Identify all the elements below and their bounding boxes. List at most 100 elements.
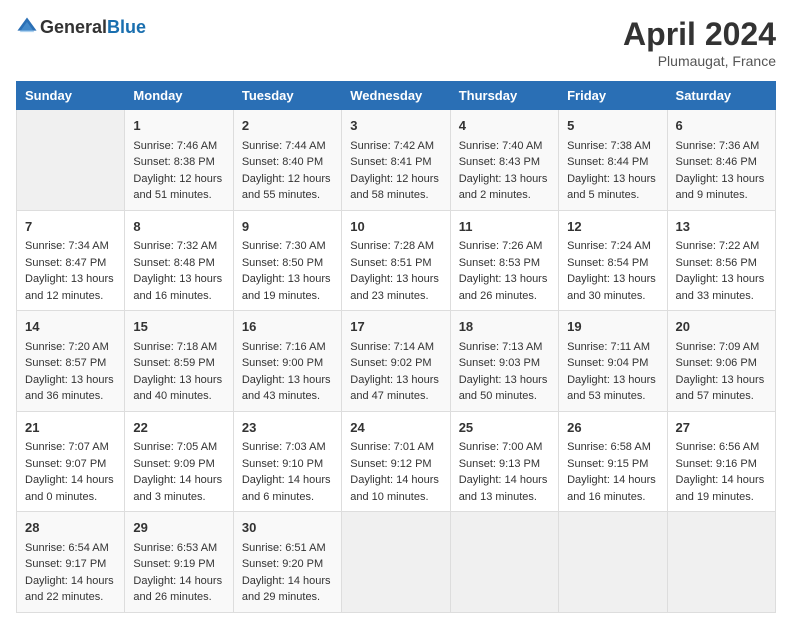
day-number: 6 <box>676 116 767 136</box>
sunrise-text: Sunrise: 7:44 AM <box>242 140 326 152</box>
day-number: 15 <box>133 317 224 337</box>
calendar-cell: 29Sunrise: 6:53 AMSunset: 9:19 PMDayligh… <box>125 512 233 613</box>
day-number: 12 <box>567 217 658 237</box>
day-number: 20 <box>676 317 767 337</box>
logo: GeneralBlue <box>16 16 146 38</box>
sunset-text: Sunset: 8:44 PM <box>567 156 648 168</box>
sunset-text: Sunset: 9:00 PM <box>242 357 323 369</box>
week-row-2: 7 Sunrise: 7:34 AM Sunset: 8:47 PM Daylight… <box>17 210 776 311</box>
calendar-cell: 26Sunrise: 6:58 AMSunset: 9:15 PMDayligh… <box>559 411 667 512</box>
day-number: 11 <box>459 217 550 237</box>
sunset-text: Sunset: 8:57 PM <box>25 357 106 369</box>
calendar-table: SundayMondayTuesdayWednesdayThursdayFrid… <box>16 81 776 613</box>
daylight-text: Daylight: 14 hours and 22 minutes. <box>25 575 114 604</box>
day-number: 13 <box>676 217 767 237</box>
calendar-cell: 21Sunrise: 7:07 AMSunset: 9:07 PMDayligh… <box>17 411 125 512</box>
sunset-text: Sunset: 8:47 PM <box>25 257 106 269</box>
daylight-text: Daylight: 13 hours and 23 minutes. <box>350 273 439 302</box>
sunrise-text: Sunrise: 7:34 AM <box>25 240 109 252</box>
daylight-text: Daylight: 14 hours and 13 minutes. <box>459 474 548 503</box>
daylight-text: Daylight: 13 hours and 26 minutes. <box>459 273 548 302</box>
daylight-text: Daylight: 14 hours and 10 minutes. <box>350 474 439 503</box>
daylight-text: Daylight: 13 hours and 57 minutes. <box>676 374 765 403</box>
day-number: 10 <box>350 217 441 237</box>
sunset-text: Sunset: 9:19 PM <box>133 558 214 570</box>
daylight-text: Daylight: 14 hours and 29 minutes. <box>242 575 331 604</box>
calendar-cell: 12Sunrise: 7:24 AMSunset: 8:54 PMDayligh… <box>559 210 667 311</box>
daylight-text: Daylight: 14 hours and 3 minutes. <box>133 474 222 503</box>
day-number: 2 <box>242 116 333 136</box>
day-number: 5 <box>567 116 658 136</box>
day-number: 27 <box>676 418 767 438</box>
weekday-header-tuesday: Tuesday <box>233 82 341 110</box>
sunset-text: Sunset: 9:13 PM <box>459 458 540 470</box>
weekday-header-sunday: Sunday <box>17 82 125 110</box>
sunrise-text: Sunrise: 7:24 AM <box>567 240 651 252</box>
calendar-cell: 2Sunrise: 7:44 AMSunset: 8:40 PMDaylight… <box>233 110 341 211</box>
title-block: April 2024 Plumaugat, France <box>623 16 776 69</box>
day-number: 14 <box>25 317 116 337</box>
sunset-text: Sunset: 9:02 PM <box>350 357 431 369</box>
main-title: April 2024 <box>623 16 776 53</box>
logo-icon <box>16 16 38 38</box>
sunrise-text: Sunrise: 7:42 AM <box>350 140 434 152</box>
day-number: 25 <box>459 418 550 438</box>
sunset-text: Sunset: 8:40 PM <box>242 156 323 168</box>
sunset-text: Sunset: 9:10 PM <box>242 458 323 470</box>
week-row-1: 1Sunrise: 7:46 AMSunset: 8:38 PMDaylight… <box>17 110 776 211</box>
day-number: 30 <box>242 518 333 538</box>
daylight-text: Daylight: 13 hours and 40 minutes. <box>133 374 222 403</box>
sunrise-text: Sunrise: 7:11 AM <box>567 341 650 353</box>
sunrise-text: Sunrise: 6:54 AM <box>25 542 109 554</box>
day-number: 7 <box>25 217 116 237</box>
weekday-header-monday: Monday <box>125 82 233 110</box>
calendar-cell: 1Sunrise: 7:46 AMSunset: 8:38 PMDaylight… <box>125 110 233 211</box>
sunrise-text: Sunrise: 7:18 AM <box>133 341 217 353</box>
sunset-text: Sunset: 9:17 PM <box>25 558 106 570</box>
daylight-text: Daylight: 13 hours and 36 minutes. <box>25 374 114 403</box>
week-row-4: 21Sunrise: 7:07 AMSunset: 9:07 PMDayligh… <box>17 411 776 512</box>
subtitle: Plumaugat, France <box>623 53 776 69</box>
sunrise-text: Sunrise: 7:40 AM <box>459 140 543 152</box>
day-number: 29 <box>133 518 224 538</box>
sunset-text: Sunset: 9:12 PM <box>350 458 431 470</box>
calendar-cell: 10Sunrise: 7:28 AMSunset: 8:51 PMDayligh… <box>342 210 450 311</box>
calendar-cell <box>17 110 125 211</box>
daylight-text: Daylight: 13 hours and 47 minutes. <box>350 374 439 403</box>
day-number: 23 <box>242 418 333 438</box>
calendar-cell: 20Sunrise: 7:09 AMSunset: 9:06 PMDayligh… <box>667 311 775 412</box>
calendar-cell <box>559 512 667 613</box>
sunrise-text: Sunrise: 7:05 AM <box>133 441 217 453</box>
calendar-cell: 19Sunrise: 7:11 AMSunset: 9:04 PMDayligh… <box>559 311 667 412</box>
calendar-cell: 18Sunrise: 7:13 AMSunset: 9:03 PMDayligh… <box>450 311 558 412</box>
sunrise-text: Sunrise: 7:03 AM <box>242 441 326 453</box>
sunrise-text: Sunrise: 7:38 AM <box>567 140 651 152</box>
sunrise-text: Sunrise: 6:56 AM <box>676 441 760 453</box>
sunrise-text: Sunrise: 7:07 AM <box>25 441 109 453</box>
daylight-text: Daylight: 13 hours and 43 minutes. <box>242 374 331 403</box>
calendar-cell: 17Sunrise: 7:14 AMSunset: 9:02 PMDayligh… <box>342 311 450 412</box>
sunset-text: Sunset: 9:16 PM <box>676 458 757 470</box>
day-number: 28 <box>25 518 116 538</box>
daylight-text: Daylight: 12 hours and 51 minutes. <box>133 173 222 202</box>
calendar-cell: 9Sunrise: 7:30 AMSunset: 8:50 PMDaylight… <box>233 210 341 311</box>
calendar-cell: 28 Sunrise: 6:54 AM Sunset: 9:17 PM Dayligh… <box>17 512 125 613</box>
sunrise-text: Sunrise: 7:00 AM <box>459 441 543 453</box>
calendar-cell: 11Sunrise: 7:26 AMSunset: 8:53 PMDayligh… <box>450 210 558 311</box>
sunrise-text: Sunrise: 7:20 AM <box>25 341 109 353</box>
sunrise-text: Sunrise: 7:36 AM <box>676 140 760 152</box>
sunrise-text: Sunrise: 7:22 AM <box>676 240 760 252</box>
day-number: 21 <box>25 418 116 438</box>
calendar-cell: 27Sunrise: 6:56 AMSunset: 9:16 PMDayligh… <box>667 411 775 512</box>
calendar-cell: 5Sunrise: 7:38 AMSunset: 8:44 PMDaylight… <box>559 110 667 211</box>
day-number: 24 <box>350 418 441 438</box>
sunset-text: Sunset: 8:43 PM <box>459 156 540 168</box>
sunset-text: Sunset: 9:03 PM <box>459 357 540 369</box>
sunset-text: Sunset: 8:54 PM <box>567 257 648 269</box>
weekday-header-row: SundayMondayTuesdayWednesdayThursdayFrid… <box>17 82 776 110</box>
calendar-cell: 7 Sunrise: 7:34 AM Sunset: 8:47 PM Daylight… <box>17 210 125 311</box>
calendar-cell: 15Sunrise: 7:18 AMSunset: 8:59 PMDayligh… <box>125 311 233 412</box>
sunset-text: Sunset: 8:53 PM <box>459 257 540 269</box>
day-number: 8 <box>133 217 224 237</box>
daylight-text: Daylight: 13 hours and 12 minutes. <box>25 273 114 302</box>
